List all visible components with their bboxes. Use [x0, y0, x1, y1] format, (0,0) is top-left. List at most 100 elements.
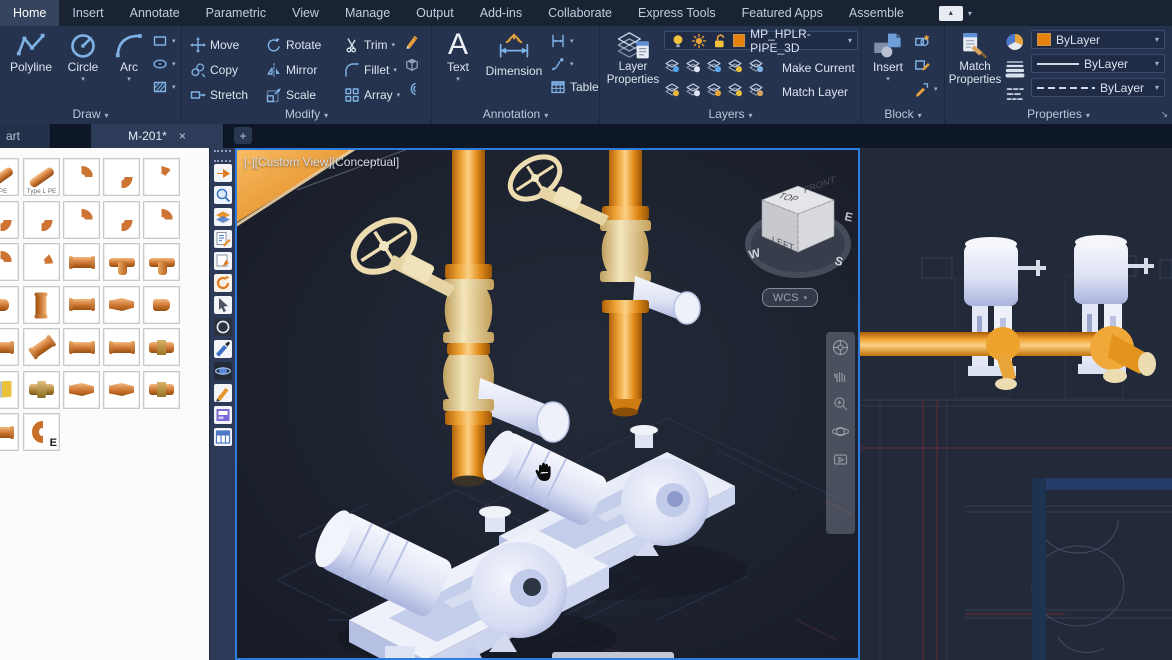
navigation-bar[interactable] [826, 332, 855, 534]
palette-tile-coupling[interactable] [23, 285, 60, 324]
layout-panel-button[interactable] [213, 405, 233, 425]
trim-button[interactable]: Trim ▾ [344, 33, 406, 57]
orbit-view-button[interactable] [213, 361, 233, 381]
panel-title-draw[interactable]: Draw ▾ [0, 107, 181, 121]
file-tab-start[interactable]: art [0, 124, 51, 148]
palette-tile-adapter[interactable] [143, 328, 180, 366]
palette-tile-coupling[interactable] [0, 328, 19, 366]
dimension-button[interactable]: Dimension [482, 30, 546, 79]
erase-tool-button[interactable] [404, 33, 420, 49]
panel-launcher-icon[interactable]: ↘ [1160, 109, 1168, 120]
wcs-dropdown[interactable]: WCS ▾ [762, 288, 818, 307]
circle-button[interactable]: Circle ▾ [60, 30, 106, 84]
leader-tool-button[interactable]: ▾ [550, 56, 599, 72]
block-editor-tool-button[interactable] [914, 57, 938, 73]
palette-tile-elbow[interactable] [103, 158, 140, 196]
table-view-button[interactable] [213, 427, 233, 447]
lineweight-icon[interactable] [1005, 58, 1025, 78]
ribbon-tab-annotate[interactable]: Annotate [117, 0, 193, 26]
panel-title-layers[interactable]: Layers ▾ [600, 107, 861, 121]
palette-tile-elbow[interactable] [23, 200, 60, 239]
palette-tile-elbow45[interactable] [143, 158, 180, 196]
layer-tool-row1-3[interactable] [727, 57, 743, 73]
steering-wheel-icon[interactable] [831, 338, 850, 357]
layer-tool-row2-2[interactable] [706, 81, 722, 97]
sketch-pencil-button[interactable] [213, 383, 233, 403]
dimension-linear-tool-button[interactable]: ▾ [550, 33, 599, 49]
ribbon-tab-home[interactable]: Home [0, 0, 60, 26]
object-linetype-dropdown[interactable]: ByLayer ▾ [1031, 78, 1165, 97]
layer-dropdown[interactable]: MP_HPLR-PIPE_3D ▾ [664, 27, 858, 55]
layer-tool-row1-2[interactable] [706, 57, 722, 73]
create-block-tool-button[interactable] [914, 33, 938, 49]
ribbon-tab-add-ins[interactable]: Add-ins [467, 0, 535, 26]
palette-tile-coupling[interactable] [23, 328, 60, 366]
layer-tool-row1-1[interactable] [685, 57, 701, 73]
array-button[interactable]: Array ▾ [344, 83, 406, 107]
layer-tool-row2-3[interactable] [727, 81, 743, 97]
color-wheel-icon[interactable] [1005, 32, 1025, 52]
ellipse-tool-button[interactable]: ▾ [152, 56, 176, 72]
palette-tile-tee[interactable] [143, 243, 180, 281]
hatch-tool-button[interactable]: ▾ [152, 79, 176, 95]
palette-tile-union[interactable] [23, 370, 60, 409]
insert-block-button[interactable]: Insert ▾ [866, 30, 910, 84]
export-arrow-button[interactable] [213, 163, 233, 183]
layer-tool-row1-0[interactable] [664, 57, 680, 73]
palette-tile-coupling[interactable] [63, 243, 100, 281]
palette-tile-elbow[interactable] [143, 200, 180, 239]
layer-properties-button[interactable]: Layer Properties [604, 30, 662, 87]
palette-tile-reducer[interactable] [103, 370, 140, 409]
viewport-controls-label[interactable]: [-][Custom View][Conceptual] [244, 155, 399, 169]
file-tab-m201[interactable]: M-201* × [91, 124, 224, 148]
ribbon-tab-assemble[interactable]: Assemble [836, 0, 917, 26]
zoom-nav-icon[interactable] [831, 394, 850, 413]
table-button[interactable]: Table [550, 79, 599, 95]
explode-tool-button[interactable] [404, 57, 420, 73]
stretch-button[interactable]: Stretch [190, 83, 266, 107]
palette-tile-reducer[interactable] [63, 370, 100, 409]
copy-button[interactable]: Copy [190, 58, 266, 82]
palette-tile-adapter[interactable] [143, 370, 180, 409]
palette-tile-elbow[interactable] [63, 158, 100, 196]
palette-tile-coupling[interactable] [63, 328, 100, 366]
rotate-button[interactable]: Rotate [266, 33, 344, 57]
palette-tile-coupling[interactable] [0, 413, 19, 451]
palette-tile-tee[interactable] [103, 243, 140, 281]
palette-tile-elbow45[interactable] [23, 243, 60, 281]
ribbon-minimize-button[interactable]: ▴ [938, 5, 963, 21]
fillet-button[interactable]: Fillet ▾ [344, 58, 406, 82]
annotate-doc-button[interactable] [213, 229, 233, 249]
palette-tile-cap[interactable] [143, 285, 180, 324]
ribbon-tab-output[interactable]: Output [403, 0, 467, 26]
object-color-dropdown[interactable]: ByLayer ▾ [1031, 30, 1165, 49]
swirl-orbit-button[interactable] [213, 273, 233, 293]
panel-title-properties[interactable]: Properties ▾ [945, 107, 1172, 121]
select-pointer-button[interactable] [213, 295, 233, 315]
toolbar-grip[interactable] [214, 150, 231, 162]
layer-tool-row2-1[interactable] [685, 81, 701, 97]
ribbon-tab-collaborate[interactable]: Collaborate [535, 0, 625, 26]
mirror-button[interactable]: Mirror [266, 58, 344, 82]
object-lineweight-dropdown[interactable]: ByLayer ▾ [1031, 54, 1165, 73]
ribbon-tab-parametric[interactable]: Parametric [193, 0, 279, 26]
panel-title-block[interactable]: Block ▾ [862, 107, 944, 121]
sheet-arrow-button[interactable] [213, 251, 233, 271]
palette-tile-multi[interactable] [0, 370, 19, 409]
ribbon-tab-express-tools[interactable]: Express Tools [625, 0, 729, 26]
ribbon-minimize-caret[interactable]: ▾ [968, 9, 972, 18]
offset-tool-button[interactable] [404, 81, 420, 97]
pan-hand-icon[interactable] [831, 366, 850, 385]
zoom-query-button[interactable] [213, 185, 233, 205]
match-properties-button[interactable]: Match Properties [949, 30, 1001, 87]
palette-tile-coupling[interactable] [63, 285, 100, 324]
palette-tile-coupling[interactable] [103, 328, 140, 366]
arc-button[interactable]: Arc ▾ [108, 30, 150, 84]
palette-tile-cap[interactable] [0, 285, 19, 324]
palette-tile-elbow[interactable] [0, 200, 19, 239]
palette-tile-ubend[interactable]: E [23, 413, 60, 451]
ribbon-tab-featured-apps[interactable]: Featured Apps [729, 0, 836, 26]
ribbon-tab-manage[interactable]: Manage [332, 0, 403, 26]
rectangle-tool-button[interactable]: ▾ [152, 33, 176, 49]
layer-tool-row2-0[interactable] [664, 81, 680, 97]
